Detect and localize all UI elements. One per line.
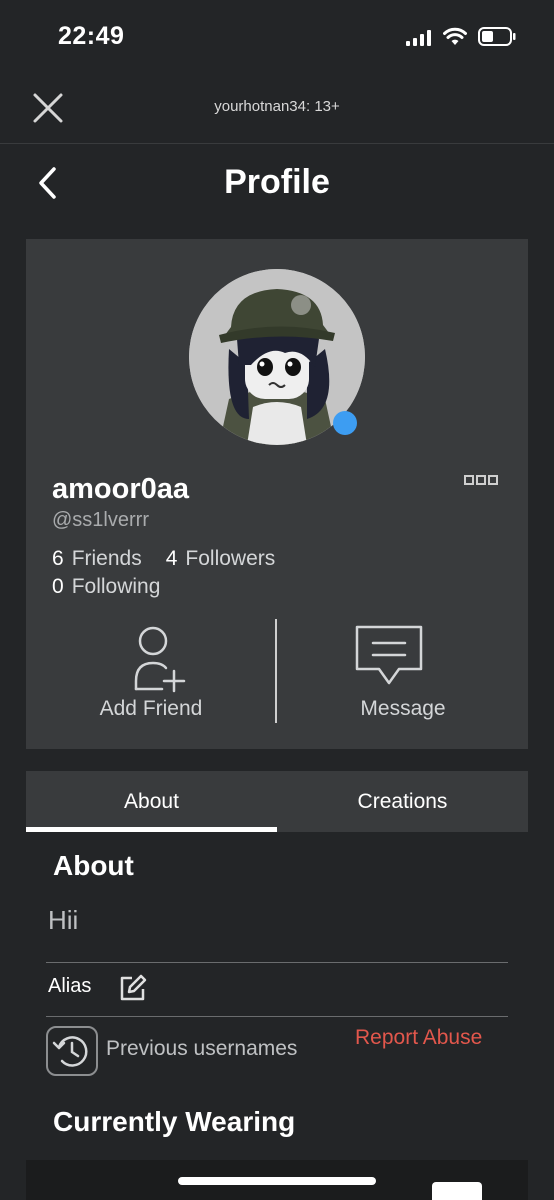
followers-stat[interactable]: 4 Followers: [166, 547, 276, 570]
top-bar-title: yourhotnan34: 13+: [214, 98, 340, 115]
following-stat[interactable]: 0 Following: [52, 575, 160, 598]
message-icon: [355, 625, 423, 685]
cellular-signal-icon: [406, 30, 431, 46]
tab-about-label: About: [124, 790, 179, 813]
alias-label: Alias: [48, 975, 92, 997]
edit-icon[interactable]: [118, 973, 148, 1003]
previous-usernames-label[interactable]: Previous usernames: [106, 1037, 297, 1061]
active-tab-indicator: [26, 827, 277, 832]
followers-label: Followers: [185, 547, 276, 570]
profile-card: amoor0aa @ss1lverrr 6 Friends 4 Followers 0…: [26, 239, 528, 749]
home-indicator[interactable]: [178, 1177, 376, 1185]
bio-text: Hii: [48, 905, 79, 935]
about-heading: About: [53, 850, 134, 881]
friends-count: 6: [52, 547, 64, 570]
display-name: amoor0aa: [52, 473, 190, 505]
previous-usernames-button[interactable]: [46, 1026, 98, 1076]
following-label: Following: [71, 575, 161, 598]
online-status-dot: [333, 411, 357, 435]
wifi-icon: [443, 27, 467, 45]
divider: [46, 1016, 508, 1017]
more-options-icon[interactable]: [464, 474, 498, 488]
add-friend-button[interactable]: Add Friend: [26, 619, 276, 725]
add-friend-label: Add Friend: [99, 697, 203, 720]
page-header: Profile: [0, 145, 554, 225]
friends-label: Friends: [71, 547, 142, 570]
message-button[interactable]: Message: [278, 619, 528, 725]
username: @ss1lverrr: [52, 509, 149, 531]
status-time: 22:49: [58, 22, 125, 50]
battery-icon: [478, 27, 516, 46]
report-abuse-link[interactable]: Report Abuse: [355, 1026, 482, 1050]
tab-creations[interactable]: Creations: [277, 771, 528, 832]
profile-stats: 6 Friends 4 Followers 0 Following: [52, 545, 275, 601]
status-bar: 22:49: [0, 0, 554, 72]
following-count: 0: [52, 575, 64, 598]
friends-stat[interactable]: 6 Friends: [52, 547, 142, 570]
history-icon: [52, 1036, 88, 1067]
actions-divider: [275, 619, 277, 723]
tab-about[interactable]: About: [26, 771, 277, 832]
profile-actions: Add Friend Message: [26, 619, 528, 725]
message-label: Message: [360, 697, 446, 720]
profile-tabs: About Creations: [26, 771, 528, 832]
wearing-panel-button[interactable]: [432, 1182, 482, 1200]
currently-wearing-heading: Currently Wearing: [53, 1106, 296, 1137]
divider: [46, 962, 508, 963]
followers-count: 4: [165, 547, 178, 570]
add-friend-icon: [134, 626, 186, 693]
page-title: Profile: [224, 163, 330, 201]
top-bar: yourhotnan34: 13+: [0, 72, 554, 144]
tab-creations-label: Creations: [357, 790, 448, 813]
